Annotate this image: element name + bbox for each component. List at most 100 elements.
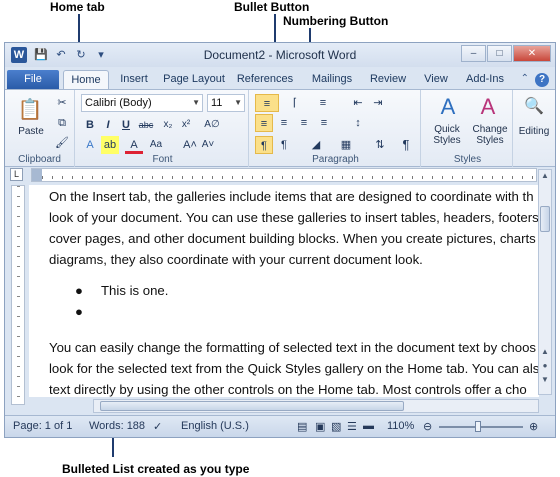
ltr-icon[interactable]: ¶ — [255, 136, 273, 154]
change-styles-label[interactable]: Change Styles — [469, 124, 511, 146]
font-name-combo[interactable]: Calibri (Body) ▼ — [81, 94, 203, 112]
full-screen-reading-icon[interactable]: ▣ — [315, 420, 325, 433]
change-case-icon[interactable]: Aa — [147, 136, 165, 154]
borders-icon[interactable]: ▦ — [337, 136, 355, 154]
word-count[interactable]: Words: 188 — [89, 420, 145, 432]
justify-icon[interactable]: ≡ — [315, 114, 333, 132]
font-color-icon[interactable]: A — [125, 136, 143, 154]
underline-icon[interactable]: U — [117, 116, 135, 134]
subscript-icon[interactable]: x₂ — [159, 116, 177, 134]
find-binoculars-icon[interactable]: 🔍 — [523, 96, 545, 118]
bold-icon[interactable]: B — [81, 116, 99, 134]
quick-styles-icon[interactable]: A — [435, 94, 461, 120]
paragraph-line: On the Insert tab, the galleries include… — [49, 189, 534, 204]
multilevel-list-icon[interactable]: ≡ — [311, 94, 335, 112]
chevron-down-icon: ▼ — [192, 98, 200, 107]
italic-icon[interactable]: I — [99, 116, 117, 134]
align-left-icon[interactable]: ≡ — [255, 114, 273, 132]
bullet-item-text: This is one. — [101, 283, 169, 298]
scroll-thumb[interactable] — [540, 206, 550, 232]
copy-icon[interactable]: ⧉ — [53, 114, 71, 132]
increase-indent-icon[interactable]: ⇥ — [369, 94, 387, 112]
paragraph-group: ≡ ⌈ ≡ ⇤ ⇥ ≡ ≡ ≡ ≡ ↕ ¶ ¶ ◢ ▦ ⇅ ¶ Paragrap… — [251, 90, 421, 167]
paragraph-group-label: Paragraph — [312, 154, 359, 165]
paragraph-line: look for the selected text from the Quic… — [49, 361, 539, 376]
cut-icon[interactable]: ✂ — [53, 94, 71, 112]
window-controls: – □ ✕ — [461, 45, 551, 62]
help-icon[interactable]: ? — [535, 73, 549, 87]
clipboard-group: 📋 Paste ✂ ⧉ 🖌 Clipboard — [5, 90, 75, 167]
editing-label[interactable]: Editing — [513, 126, 555, 137]
minimize-ribbon-icon[interactable]: ⌃ — [521, 73, 529, 87]
maximize-button[interactable]: □ — [487, 45, 512, 62]
font-size-combo[interactable]: 11 ▼ — [207, 94, 245, 112]
document-area[interactable]: On the Insert tab, the galleries include… — [29, 185, 539, 397]
horizontal-ruler[interactable] — [31, 168, 537, 182]
tab-home[interactable]: Home — [63, 70, 109, 89]
chevron-down-icon: ▼ — [234, 98, 242, 107]
zoom-slider[interactable] — [439, 426, 523, 428]
numbering-button-callout: Numbering Button — [283, 14, 389, 28]
line-spacing-icon[interactable]: ↕ — [349, 114, 367, 132]
close-button[interactable]: ✕ — [513, 45, 551, 62]
zoom-slider-thumb[interactable] — [475, 421, 481, 432]
tab-view[interactable]: View — [419, 70, 453, 89]
draft-view-icon[interactable]: ▬ — [363, 420, 374, 432]
hscroll-thumb[interactable] — [100, 401, 404, 411]
tab-mailings[interactable]: Mailings — [307, 70, 357, 89]
decrease-indent-icon[interactable]: ⇤ — [349, 94, 367, 112]
select-browse-object-icon[interactable]: ● — [539, 360, 551, 372]
quick-styles-label[interactable]: Quick Styles — [425, 124, 469, 146]
tab-review[interactable]: Review — [367, 70, 409, 89]
show-formatting-icon[interactable]: ¶ — [397, 136, 415, 154]
proofing-icon[interactable]: ✓ — [153, 420, 162, 433]
format-painter-icon[interactable]: 🖌 — [53, 134, 71, 152]
page-count[interactable]: Page: 1 of 1 — [13, 420, 72, 432]
minimize-button[interactable]: – — [461, 45, 486, 62]
text-effects-icon[interactable]: A — [81, 136, 99, 154]
ribbon: 📋 Paste ✂ ⧉ 🖌 Clipboard Calibri (Body) ▼ … — [5, 89, 555, 167]
previous-page-icon[interactable]: ▲ — [539, 346, 551, 358]
next-page-icon[interactable]: ▼ — [539, 374, 551, 386]
bulleted-list-callout: Bulleted List created as you type — [62, 462, 250, 476]
vertical-scrollbar[interactable]: ▲ ▲ ● ▼ — [538, 169, 552, 395]
shading-icon[interactable]: ◢ — [307, 136, 325, 154]
tab-file[interactable]: File — [7, 70, 59, 89]
status-bar: Page: 1 of 1 Words: 188 ✓ English (U.S.)… — [5, 415, 555, 437]
change-styles-icon[interactable]: A — [475, 94, 501, 120]
bullet-marker: ● — [75, 283, 83, 298]
rtl-icon[interactable]: ¶ — [275, 136, 293, 154]
scroll-up-icon[interactable]: ▲ — [539, 170, 551, 182]
superscript-icon[interactable]: x² — [177, 116, 195, 134]
shrink-font-icon[interactable]: A˅ — [199, 136, 217, 154]
web-layout-icon[interactable]: ▧ — [331, 420, 341, 433]
zoom-level[interactable]: 110% — [387, 420, 414, 432]
paste-icon[interactable]: 📋 — [17, 96, 43, 124]
align-right-icon[interactable]: ≡ — [295, 114, 313, 132]
grow-font-icon[interactable]: A˄ — [181, 136, 199, 154]
horizontal-scrollbar[interactable] — [93, 399, 539, 413]
highlight-icon[interactable]: ab — [101, 136, 119, 154]
strikethrough-icon[interactable]: abc — [137, 116, 155, 134]
numbering-button[interactable]: ⌈ — [283, 94, 307, 112]
paste-label[interactable]: Paste — [11, 126, 51, 137]
tab-page-layout[interactable]: Page Layout — [159, 70, 229, 89]
clipboard-group-label: Clipboard — [18, 154, 61, 165]
align-center-icon[interactable]: ≡ — [275, 114, 293, 132]
zoom-out-icon[interactable]: ⊖ — [423, 420, 432, 433]
sort-icon[interactable]: ⇅ — [371, 136, 389, 154]
paragraph-line: text directly by using the other control… — [49, 382, 527, 397]
clear-formatting-icon[interactable]: A∅ — [203, 116, 221, 134]
tab-insert[interactable]: Insert — [113, 70, 155, 89]
outline-view-icon[interactable]: ☰ — [347, 420, 357, 433]
language-status[interactable]: English (U.S.) — [181, 420, 249, 432]
tab-add-ins[interactable]: Add-Ins — [461, 70, 509, 89]
bullets-button[interactable]: ≡ — [255, 94, 279, 112]
tab-selector[interactable]: L — [10, 168, 23, 181]
print-layout-icon[interactable]: ▤ — [297, 420, 307, 433]
zoom-in-icon[interactable]: ⊕ — [529, 420, 538, 433]
tab-references[interactable]: References — [235, 70, 295, 89]
title-bar: W 💾 ↶ ↻ ▾ Document2 - Microsoft Word – □… — [5, 43, 555, 67]
vertical-ruler[interactable] — [11, 185, 25, 405]
font-group: Calibri (Body) ▼ 11 ▼ B I U abc x₂ x² A∅ A… — [77, 90, 249, 167]
